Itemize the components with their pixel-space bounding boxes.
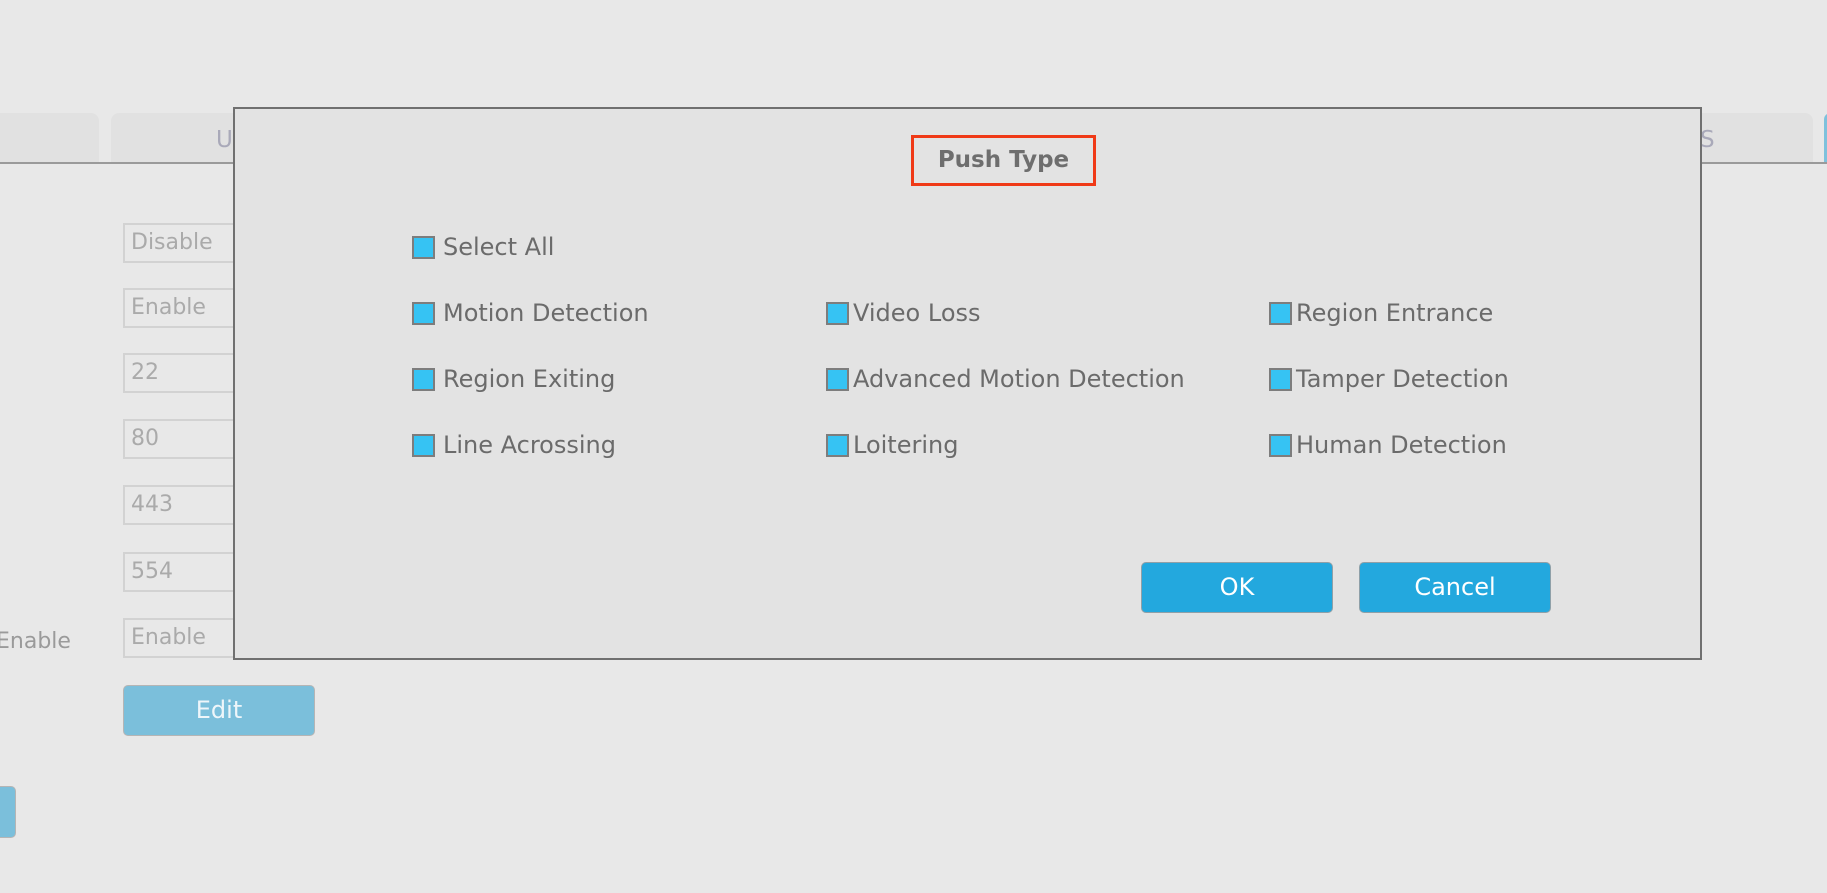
checkbox-label: Tamper Detection — [1296, 365, 1509, 393]
checkbox-icon — [412, 367, 435, 391]
tab-1[interactable] — [0, 113, 99, 162]
checkbox-icon — [412, 301, 435, 325]
partial-button[interactable] — [0, 786, 16, 838]
checkbox-advanced-motion-detection[interactable]: Advanced Motion Detection — [826, 365, 1185, 393]
checkbox-label: Loitering — [853, 431, 959, 459]
checkbox-label: Select All — [443, 233, 555, 261]
select-all-checkbox[interactable]: Select All — [412, 233, 554, 261]
checkbox-icon — [412, 235, 435, 259]
edit-button[interactable]: Edit — [123, 685, 315, 736]
checkbox-label: Video Loss — [853, 299, 981, 327]
checkbox-label: Region Exiting — [443, 365, 616, 393]
checkbox-label: Human Detection — [1296, 431, 1507, 459]
push-type-dialog: Push Type Select All Motion Detection Vi… — [233, 107, 1702, 660]
checkbox-video-loss[interactable]: Video Loss — [826, 299, 981, 327]
checkbox-tamper-detection[interactable]: Tamper Detection — [1269, 365, 1509, 393]
checkbox-label: Region Entrance — [1296, 299, 1494, 327]
tab-label: U — [216, 127, 233, 153]
checkbox-region-exiting[interactable]: Region Exiting — [412, 365, 615, 393]
checkbox-label: Advanced Motion Detection — [853, 365, 1185, 393]
checkbox-label: Motion Detection — [443, 299, 649, 327]
checkbox-icon — [826, 301, 849, 325]
checkbox-loitering[interactable]: Loitering — [826, 431, 958, 459]
checkbox-icon — [1269, 301, 1292, 325]
checkbox-region-entrance[interactable]: Region Entrance — [1269, 299, 1493, 327]
dialog-title: Push Type — [911, 135, 1096, 186]
checkbox-label: Line Acrossing — [443, 431, 616, 459]
checkbox-human-detection[interactable]: Human Detection — [1269, 431, 1507, 459]
tab-label: S — [1700, 127, 1715, 153]
checkbox-icon — [1269, 367, 1292, 391]
checkbox-line-acrossing[interactable]: Line Acrossing — [412, 431, 616, 459]
ok-button[interactable]: OK — [1141, 562, 1333, 613]
side-label: Enable — [0, 629, 71, 654]
checkbox-motion-detection[interactable]: Motion Detection — [412, 299, 649, 327]
cancel-button[interactable]: Cancel — [1359, 562, 1551, 613]
checkbox-icon — [412, 433, 435, 457]
checkbox-icon — [826, 367, 849, 391]
checkbox-icon — [1269, 433, 1292, 457]
checkbox-icon — [826, 433, 849, 457]
